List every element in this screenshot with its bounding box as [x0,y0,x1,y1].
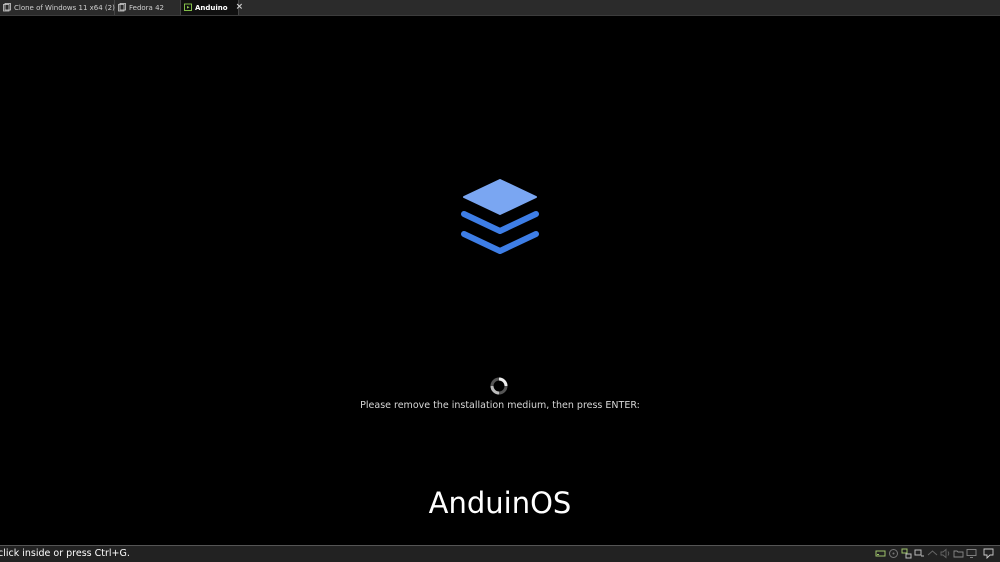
tab-anduino[interactable]: Anduino × [181,0,243,15]
status-message: click inside or press Ctrl+G. [0,548,130,559]
device-icons [873,548,994,559]
optical-drive-icon[interactable] [888,548,899,559]
tab-clone-windows-11[interactable]: Clone of Windows 11 x64 (2) × [0,0,130,15]
shared-folder-icon[interactable] [953,548,964,559]
vm-running-icon [184,3,192,12]
sound-icon[interactable] [940,548,951,559]
remove-medium-message: Please remove the installation medium, t… [360,400,640,411]
vm-icon [3,3,11,12]
network-icon-2[interactable] [914,548,925,559]
vm-icon [118,3,126,12]
usb-icon[interactable] [927,548,938,559]
display-icon[interactable] [966,548,977,559]
status-bar: click inside or press Ctrl+G. [0,545,1000,562]
loading-spinner-icon [489,376,509,396]
anduinos-logo-icon [460,179,540,259]
hard-disk-icon[interactable] [875,548,886,559]
tab-label: Anduino [195,3,228,12]
message-icon[interactable] [983,548,994,559]
tab-bar: Clone of Windows 11 x64 (2) × Fedora 42 … [0,0,1000,16]
tab-label: Fedora 42 [129,3,164,12]
os-brand-name: AnduinOS [428,486,572,520]
tab-fedora-42[interactable]: Fedora 42 [115,0,181,15]
close-icon[interactable]: × [236,3,244,12]
tab-label: Clone of Windows 11 x64 (2) [14,3,115,12]
vm-display[interactable]: Please remove the installation medium, t… [0,16,1000,545]
network-icon[interactable] [901,548,912,559]
